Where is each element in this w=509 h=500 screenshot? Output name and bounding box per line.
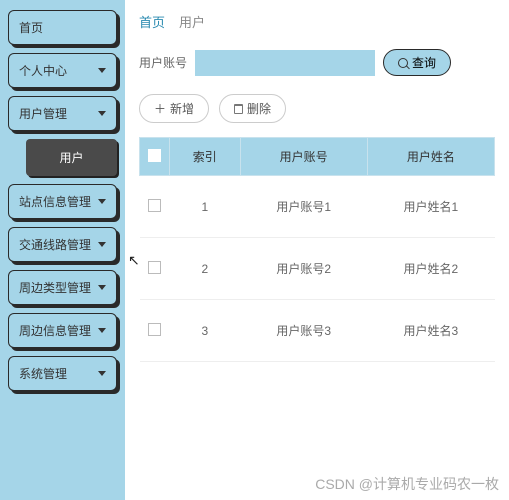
- add-button[interactable]: ＋新增: [139, 94, 209, 123]
- main-content: 首页 用户 用户账号 查询 ＋新增 删除 索引 用户账号 用户姓名: [125, 0, 509, 500]
- breadcrumb-root[interactable]: 首页: [139, 12, 165, 31]
- nav-home[interactable]: 首页: [8, 10, 117, 45]
- chevron-down-icon: [98, 371, 106, 376]
- nav-label: 系统管理: [19, 365, 67, 382]
- nav-around-type[interactable]: 周边类型管理: [8, 270, 117, 305]
- cell-index: 3: [170, 300, 241, 362]
- cell-name: 用户姓名2: [367, 238, 494, 300]
- chevron-down-icon: [98, 242, 106, 247]
- cell-name: 用户姓名1: [367, 176, 494, 238]
- table-header-row: 索引 用户账号 用户姓名: [140, 138, 495, 176]
- nav-label: 首页: [19, 19, 43, 36]
- search-button[interactable]: 查询: [383, 49, 451, 76]
- search-label: 查询: [412, 54, 436, 71]
- header-index: 索引: [170, 138, 241, 176]
- data-table: 索引 用户账号 用户姓名 1 用户账号1 用户姓名1 2 用户账号2 用户姓名2: [139, 137, 495, 362]
- nav-label: 个人中心: [19, 62, 67, 79]
- watermark: CSDN @计算机专业码农一枚: [315, 474, 499, 494]
- chevron-down-icon: [98, 328, 106, 333]
- cell-account: 用户账号3: [240, 300, 367, 362]
- nav-label: 用户管理: [19, 105, 67, 122]
- cell-index: 2: [170, 238, 241, 300]
- row-checkbox[interactable]: [148, 261, 161, 274]
- nav-label: 周边类型管理: [19, 279, 91, 296]
- nav-system[interactable]: 系统管理: [8, 356, 117, 391]
- breadcrumb: 首页 用户: [139, 12, 495, 31]
- table-row: 2 用户账号2 用户姓名2: [140, 238, 495, 300]
- cell-name: 用户姓名3: [367, 300, 494, 362]
- header-account: 用户账号: [240, 138, 367, 176]
- row-checkbox[interactable]: [148, 199, 161, 212]
- nav-label: 站点信息管理: [19, 193, 91, 210]
- chevron-down-icon: [98, 199, 106, 204]
- nav-site-info[interactable]: 站点信息管理: [8, 184, 117, 219]
- nav-label: 周边信息管理: [19, 322, 91, 339]
- table-row: 3 用户账号3 用户姓名3: [140, 300, 495, 362]
- sidebar: 首页 个人中心 用户管理 用户 站点信息管理 交通线路管理 周边类型管理 周边信…: [0, 0, 125, 500]
- header-name: 用户姓名: [367, 138, 494, 176]
- delete-label: 删除: [247, 100, 271, 117]
- nav-user-mgmt[interactable]: 用户管理: [8, 96, 117, 131]
- filter-label: 用户账号: [139, 54, 187, 71]
- row-checkbox[interactable]: [148, 323, 161, 336]
- chevron-down-icon: [98, 285, 106, 290]
- add-label: 新增: [170, 100, 194, 117]
- cell-index: 1: [170, 176, 241, 238]
- trash-icon: [234, 104, 243, 114]
- nav-user[interactable]: 用户: [26, 139, 117, 176]
- checkbox-icon: [148, 149, 161, 162]
- cell-account: 用户账号1: [240, 176, 367, 238]
- chevron-down-icon: [98, 111, 106, 116]
- breadcrumb-current: 用户: [179, 12, 205, 31]
- header-checkbox[interactable]: [140, 138, 170, 176]
- cell-account: 用户账号2: [240, 238, 367, 300]
- nav-label: 交通线路管理: [19, 236, 91, 253]
- nav-traffic[interactable]: 交通线路管理: [8, 227, 117, 262]
- chevron-down-icon: [98, 68, 106, 73]
- plus-icon: ＋: [154, 100, 166, 117]
- filter-row: 用户账号 查询: [139, 49, 495, 76]
- table-row: 1 用户账号1 用户姓名1: [140, 176, 495, 238]
- nav-label: 用户: [59, 149, 83, 166]
- delete-button[interactable]: 删除: [219, 94, 286, 123]
- action-row: ＋新增 删除: [139, 94, 495, 123]
- nav-around-info[interactable]: 周边信息管理: [8, 313, 117, 348]
- search-icon: [398, 58, 408, 68]
- nav-profile[interactable]: 个人中心: [8, 53, 117, 88]
- account-input[interactable]: [195, 50, 375, 76]
